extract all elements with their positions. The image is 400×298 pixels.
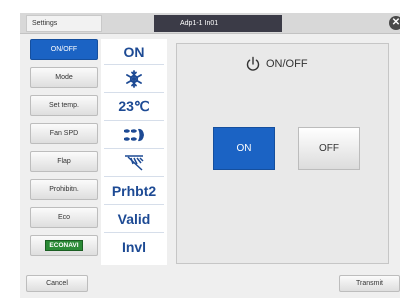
value-divider xyxy=(104,232,164,233)
close-icon[interactable]: ✕ xyxy=(389,16,400,30)
settings-tab: Settings xyxy=(26,15,102,32)
value-eco: Valid xyxy=(117,210,151,227)
value-divider xyxy=(104,120,164,121)
menu-eco-button[interactable]: Eco xyxy=(30,207,98,228)
panel-title-text: ON/OFF xyxy=(266,58,308,70)
value-divider xyxy=(104,148,164,149)
panel-title: ON/OFF xyxy=(245,56,308,72)
on-button[interactable]: ON xyxy=(213,127,275,170)
menu-prohibition-button[interactable]: Prohibitn. xyxy=(30,179,98,200)
menu-econavi-button[interactable]: ECONAVI xyxy=(30,235,98,256)
econavi-logo: ECONAVI xyxy=(45,240,83,251)
cancel-button[interactable]: Cancel xyxy=(26,275,88,292)
menu-onoff-button[interactable]: ON/OFF xyxy=(30,39,98,60)
menu-flap-button[interactable]: Flap xyxy=(30,151,98,172)
menu-set-temp-button[interactable]: Set temp. xyxy=(30,95,98,116)
snowflake-icon xyxy=(101,66,167,91)
power-icon xyxy=(245,56,261,72)
value-prohibition: Prhbt2 xyxy=(111,182,157,199)
value-divider xyxy=(104,204,164,205)
value-set-temp: 23℃ xyxy=(118,98,150,114)
value-econavi: Invl xyxy=(121,238,147,255)
flap-icon xyxy=(101,150,167,175)
transmit-button[interactable]: Transmit xyxy=(339,275,400,292)
menu-mode-button[interactable]: Mode xyxy=(30,67,98,88)
fan-speed-icon xyxy=(101,122,167,147)
off-button[interactable]: OFF xyxy=(298,127,360,170)
menu-fan-speed-button[interactable]: Fan SPD xyxy=(30,123,98,144)
value-divider xyxy=(104,64,164,65)
value-onoff: ON xyxy=(123,43,145,60)
unit-name-tab: Adp1-1 In01 xyxy=(154,15,282,32)
value-divider xyxy=(104,92,164,93)
value-divider xyxy=(104,176,164,177)
